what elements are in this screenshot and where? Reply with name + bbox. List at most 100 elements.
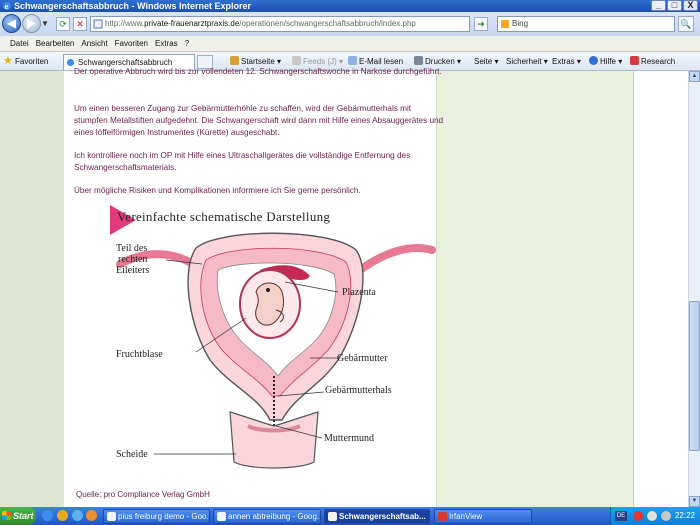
home-button[interactable]: Startseite ▾ bbox=[230, 55, 281, 69]
new-tab-button[interactable] bbox=[197, 55, 213, 69]
diagram-title: Vereinfachte schematische Darstellung bbox=[117, 209, 331, 224]
research-label: Research bbox=[641, 57, 676, 66]
url-input[interactable]: http://www.private-frauenarztpraxis.de/o… bbox=[90, 16, 470, 32]
svg-text:e: e bbox=[5, 4, 9, 11]
task-label-2: annen abtreibung - Goog... bbox=[228, 512, 321, 521]
tab-title: Schwangerschaftsabbruch bbox=[78, 58, 173, 67]
search-placeholder: Bing bbox=[512, 19, 529, 28]
forward-button[interactable]: ▶ bbox=[22, 14, 41, 33]
start-button[interactable]: Start bbox=[0, 507, 36, 525]
taskbar: Start pius freiburg demo - Goo... annen … bbox=[0, 507, 700, 525]
paragraph-dilation: Um einen besseren Zugang zur Gebärmutter… bbox=[74, 104, 444, 137]
menu-bearbeiten[interactable]: Bearbeiten bbox=[36, 39, 82, 48]
task-pius-freiburg[interactable]: pius freiburg demo - Goo... bbox=[103, 509, 210, 524]
feeds-button[interactable]: Feeds (J) ▾ bbox=[292, 55, 343, 69]
maximize-button[interactable]: □ bbox=[667, 0, 682, 11]
label-tube-3: Eileiters bbox=[116, 265, 150, 276]
menu-help[interactable]: ? bbox=[185, 39, 196, 48]
url-path: /operationen/schwangerschaftsabbruch/ind… bbox=[239, 19, 416, 28]
research-button[interactable]: Research bbox=[630, 55, 675, 69]
refresh-icon[interactable]: ⟳ bbox=[56, 17, 70, 31]
ie-tab-icon bbox=[66, 58, 75, 67]
mail-icon bbox=[348, 56, 357, 65]
task-label-4: IrfanView bbox=[449, 512, 483, 521]
task-label-1: pius freiburg demo - Goo... bbox=[118, 512, 210, 521]
ie-task-icon bbox=[107, 512, 116, 521]
bing-icon bbox=[501, 20, 509, 28]
tab-schwangerschaftsabbruch[interactable]: Schwangerschaftsabbruch bbox=[63, 54, 195, 70]
quicklaunch-4-icon[interactable] bbox=[86, 510, 97, 521]
url-prefix: http://www. bbox=[105, 19, 145, 28]
search-icon[interactable]: 🔍 bbox=[678, 16, 694, 32]
menu-bar: Datei Bearbeiten Ansicht Favoriten Extra… bbox=[0, 36, 700, 52]
quicklaunch-3-icon[interactable] bbox=[72, 510, 83, 521]
tray-icon-3[interactable] bbox=[661, 511, 671, 521]
task-label-3: Schwangerschaftsab... bbox=[339, 512, 426, 521]
go-button[interactable]: ➜ bbox=[474, 17, 488, 31]
page-menu-button[interactable]: Seite ▾ bbox=[474, 55, 498, 69]
menu-ansicht[interactable]: Ansicht bbox=[81, 39, 114, 48]
scroll-down-button[interactable]: ▼ bbox=[689, 496, 700, 507]
help-icon bbox=[589, 56, 598, 65]
back-button[interactable]: ◀ bbox=[2, 14, 21, 33]
home-icon bbox=[230, 56, 239, 65]
minimize-button[interactable]: _ bbox=[651, 0, 666, 11]
label-cervix: Gebärmutterhals bbox=[325, 385, 392, 396]
paragraph-ultrasound: Ich kontrolliere noch im OP mit Hilfe ei… bbox=[74, 151, 411, 172]
print-button[interactable]: Drucken ▾ bbox=[414, 55, 461, 69]
tray-icon-2[interactable] bbox=[647, 511, 657, 521]
task-annen-abtreibung[interactable]: annen abtreibung - Goog... bbox=[213, 509, 321, 524]
close-button[interactable]: X bbox=[683, 0, 698, 11]
task-irfanview[interactable]: IrfanView bbox=[434, 509, 532, 524]
task-schwangerschaftsabbruch[interactable]: Schwangerschaftsab... bbox=[324, 509, 430, 524]
right-sidebar bbox=[436, 71, 634, 507]
stop-icon[interactable]: ✕ bbox=[73, 17, 87, 31]
right-margin bbox=[634, 71, 688, 507]
research-icon bbox=[630, 56, 639, 65]
window-title: Schwangerschaftsabbruch - Windows Intern… bbox=[14, 1, 251, 11]
print-label: Drucken bbox=[425, 57, 455, 66]
menu-favoriten[interactable]: Favoriten bbox=[115, 39, 155, 48]
irfanview-icon bbox=[438, 512, 447, 521]
anatomy-diagram bbox=[110, 205, 436, 469]
print-icon bbox=[414, 56, 423, 65]
star-icon: ★ bbox=[3, 55, 13, 67]
search-input[interactable]: Bing bbox=[497, 16, 675, 32]
start-label: Start bbox=[13, 511, 34, 521]
quicklaunch-ie-icon[interactable] bbox=[42, 510, 53, 521]
system-tray: DE 22:22 bbox=[610, 507, 700, 525]
label-placenta: Plazenta bbox=[342, 287, 376, 298]
tray-icon-1[interactable] bbox=[633, 511, 643, 521]
vertical-scrollbar[interactable]: ▲ ▼ bbox=[688, 71, 700, 507]
scroll-up-button[interactable]: ▲ bbox=[689, 71, 700, 82]
favorites-button[interactable]: ★ Favoriten bbox=[3, 55, 48, 69]
label-tube-1: Teil des bbox=[116, 243, 148, 254]
history-dropdown-icon[interactable]: ▼ bbox=[41, 19, 49, 28]
paragraph-risks: Über mögliche Risiken und Komplikationen… bbox=[74, 186, 361, 195]
address-toolbar: ◀ ▶ ▼ ⟳ ✕ http://www.private-frauenarztp… bbox=[0, 12, 700, 36]
language-indicator[interactable]: DE bbox=[615, 511, 627, 521]
url-domain: private-frauenarztpraxis.de bbox=[144, 19, 240, 28]
page-left-margin bbox=[0, 71, 64, 507]
scroll-thumb[interactable] bbox=[689, 301, 700, 451]
feeds-label: Feeds (J) bbox=[303, 57, 337, 66]
label-vagina: Scheide bbox=[116, 449, 148, 460]
mail-button[interactable]: E-Mail lesen bbox=[348, 55, 403, 69]
menu-datei[interactable]: Datei bbox=[10, 39, 36, 48]
feed-icon bbox=[292, 56, 301, 65]
menu-extras[interactable]: Extras bbox=[155, 39, 185, 48]
window-titlebar: e Schwangerschaftsabbruch - Windows Inte… bbox=[0, 0, 700, 12]
tools-menu-button[interactable]: Extras ▾ bbox=[552, 55, 581, 69]
page-icon bbox=[93, 19, 103, 29]
safety-label: Sicherheit bbox=[506, 57, 542, 66]
favorites-label: Favoriten bbox=[15, 57, 49, 66]
ie-task-icon bbox=[328, 512, 337, 521]
label-tube-2: rechten bbox=[118, 254, 148, 265]
embryo-eye bbox=[266, 288, 270, 292]
ie-logo-icon: e bbox=[3, 2, 11, 11]
windows-flag-icon bbox=[2, 511, 11, 520]
tools-label: Extras bbox=[552, 57, 575, 66]
help-menu-button[interactable]: Hilfe ▾ bbox=[589, 55, 622, 69]
quicklaunch-2-icon[interactable] bbox=[57, 510, 68, 521]
safety-menu-button[interactable]: Sicherheit ▾ bbox=[506, 55, 548, 69]
